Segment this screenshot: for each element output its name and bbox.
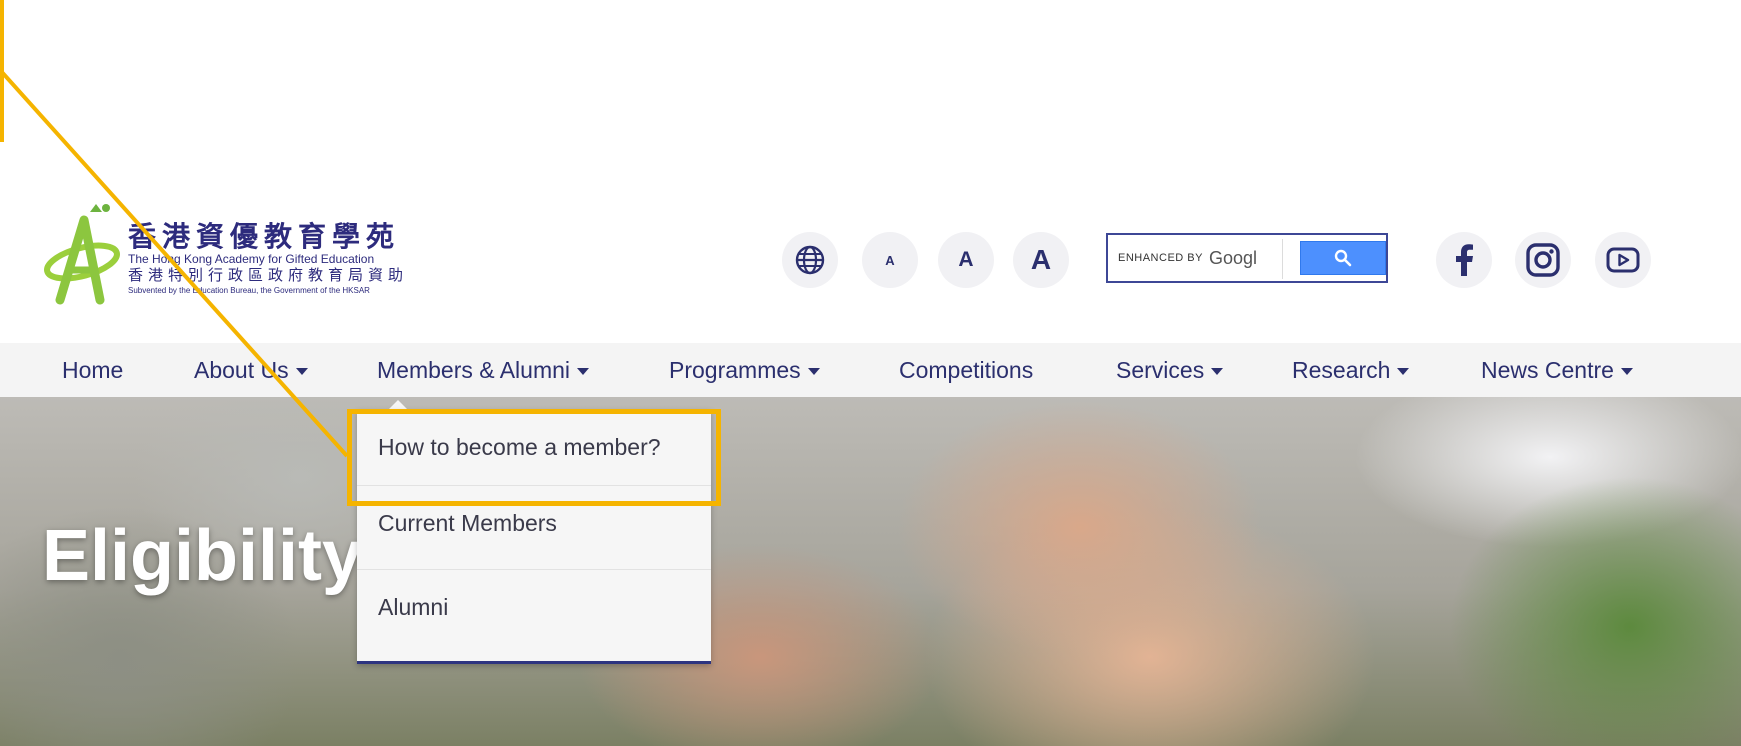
dropdown-item-current-members[interactable]: Current Members — [357, 486, 711, 560]
logo-chinese-subtitle: 香港特別行政區政府教育局資助 — [128, 266, 409, 284]
facebook-button[interactable] — [1436, 232, 1492, 288]
caret-down-icon — [577, 367, 590, 375]
nav-item-label: About Us — [194, 356, 289, 383]
search-divider — [1282, 239, 1283, 279]
dropdown-pointer — [388, 400, 408, 410]
nav-item-label: Services — [1116, 356, 1205, 383]
youtube-button[interactable] — [1595, 232, 1651, 288]
annotation-accent-bar — [0, 0, 4, 142]
language-button[interactable] — [782, 232, 838, 288]
font-size-medium-button[interactable]: A — [938, 232, 994, 288]
nav-item-label: News Centre — [1481, 356, 1614, 383]
nav-item-label: Members & Alumni — [377, 356, 571, 383]
facebook-icon — [1456, 244, 1473, 276]
members-alumni-dropdown: How to become a member? Current Members … — [357, 410, 711, 664]
search-icon — [1334, 249, 1352, 267]
search-input[interactable]: ENHANCED BY Googl — [1118, 241, 1278, 275]
dropdown-item-how-to-become-member[interactable]: How to become a member? — [357, 410, 711, 484]
nav-item-news-centre[interactable]: News Centre — [1481, 343, 1633, 397]
caret-down-icon — [1620, 367, 1633, 375]
nav-item-services[interactable]: Services — [1116, 343, 1224, 397]
dropdown-item-alumni[interactable]: Alumni — [357, 570, 711, 644]
search-enhanced-by-label: ENHANCED BY — [1118, 252, 1203, 264]
site-search-box: ENHANCED BY Googl — [1106, 233, 1388, 283]
youtube-icon — [1606, 247, 1640, 273]
font-size-small-button[interactable]: A — [862, 232, 918, 288]
nav-item-label: Programmes — [669, 356, 801, 383]
logo-text-block: 香港資優教育學苑 The Hong Kong Academy for Gifte… — [128, 222, 428, 296]
logo-emblem-icon — [44, 204, 120, 305]
caret-down-icon — [1397, 367, 1410, 375]
instagram-icon — [1526, 243, 1560, 277]
nav-item-programmes[interactable]: Programmes — [669, 343, 820, 397]
search-brand-label: Googl — [1208, 247, 1258, 268]
nav-item-label: Competitions — [899, 356, 1034, 383]
logo-english-subtitle: Subvented by the Education Bureau, the G… — [128, 286, 370, 295]
nav-item-label: Home — [62, 356, 124, 383]
nav-item-research[interactable]: Research — [1292, 343, 1410, 397]
logo-english-name: The Hong Kong Academy for Gifted Educati… — [128, 252, 375, 266]
search-button[interactable] — [1300, 241, 1386, 275]
dropdown-item-label: Alumni — [378, 593, 449, 620]
caret-down-icon — [1211, 367, 1224, 375]
top-blank-area — [0, 0, 1741, 145]
dropdown-item-label: How to become a member? — [378, 433, 661, 460]
nav-item-members-alumni[interactable]: Members & Alumni — [377, 343, 590, 397]
caret-down-icon — [807, 367, 820, 375]
nav-item-competitions[interactable]: Competitions — [899, 343, 1033, 397]
globe-icon — [795, 245, 825, 275]
hero-title: Eligibility — [42, 516, 363, 596]
logo-chinese-name: 香港資優教育學苑 — [128, 220, 401, 253]
instagram-button[interactable] — [1515, 232, 1571, 288]
nav-item-about-us[interactable]: About Us — [194, 343, 308, 397]
font-size-large-button[interactable]: A — [1013, 232, 1069, 288]
main-navigation: Home About Us Members & Alumni Programme… — [0, 343, 1741, 397]
nav-item-home[interactable]: Home — [62, 343, 123, 397]
site-logo[interactable]: 香港資優教育學苑 The Hong Kong Academy for Gifte… — [40, 200, 420, 315]
dropdown-item-label: Current Members — [378, 509, 557, 536]
caret-down-icon — [295, 367, 308, 375]
nav-item-label: Research — [1292, 356, 1391, 383]
